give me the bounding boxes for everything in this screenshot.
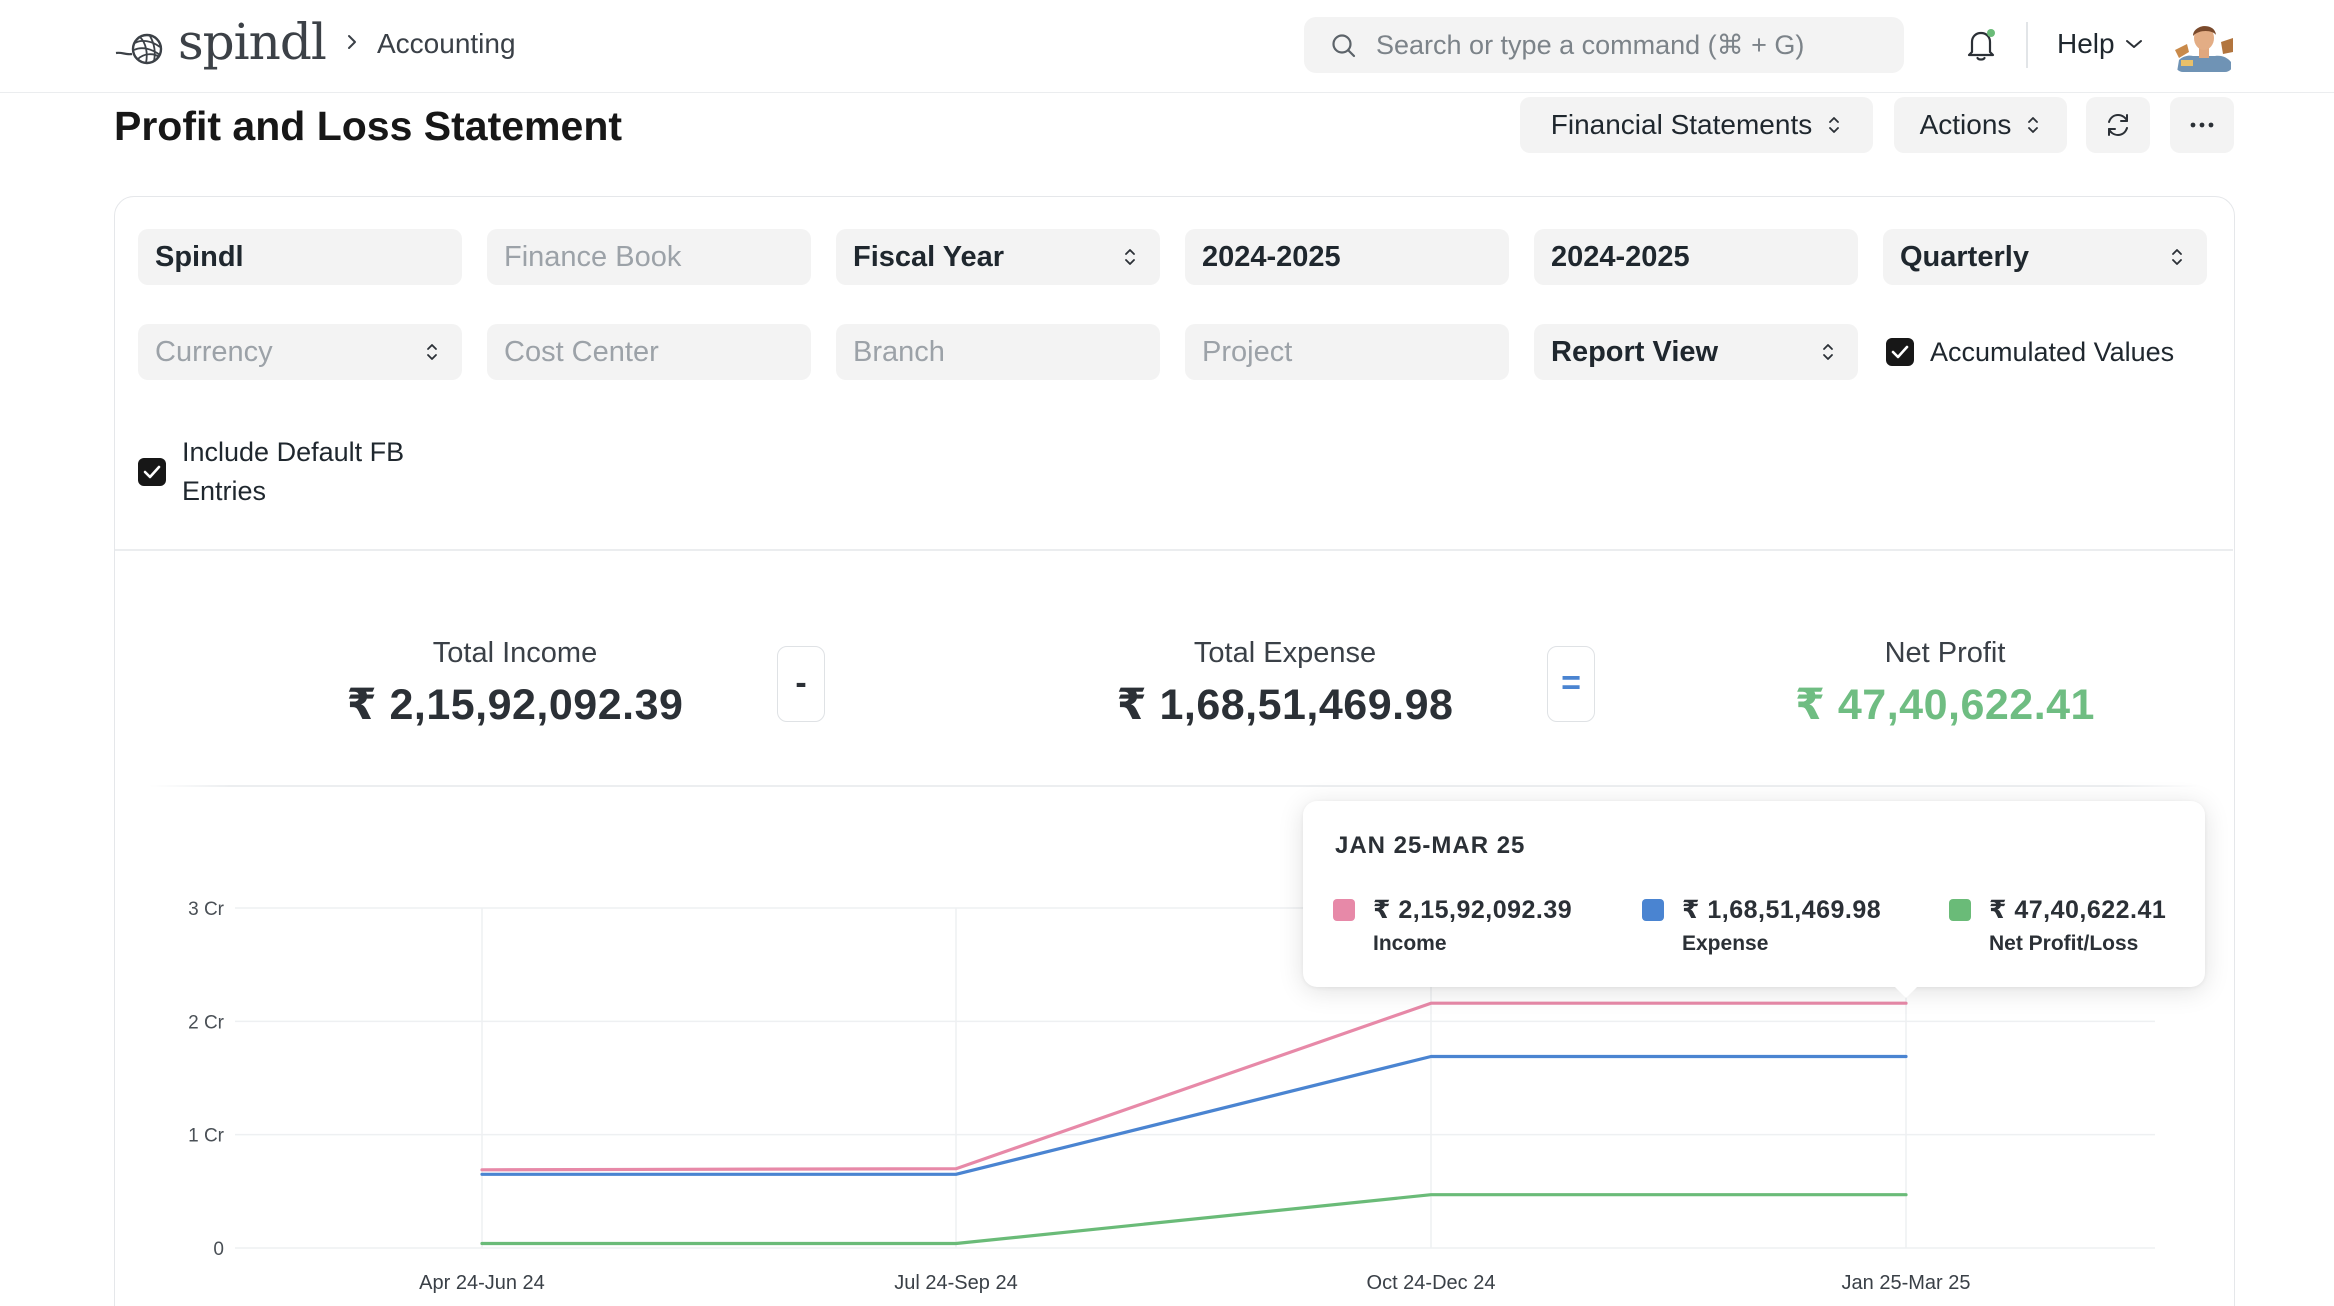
x-tick-label: Apr 24-Jun 24 <box>419 1272 545 1294</box>
tooltip-arrow <box>1893 985 1919 998</box>
tooltip-net-name: Net Profit/Loss <box>1989 932 2139 955</box>
series-line-net-profit-loss <box>480 1193 1908 1246</box>
chart-tooltip: JAN 25-MAR 25 ₹ 2,15,92,092.39 Income ₹ … <box>1303 801 2205 998</box>
tooltip-income-value: ₹ 2,15,92,092.39 <box>1373 896 1573 924</box>
series-line-expense <box>480 1054 1908 1176</box>
tooltip-income-name: Income <box>1373 932 1447 955</box>
tooltip-expense-name: Expense <box>1682 932 1769 955</box>
income-swatch <box>1333 899 1355 921</box>
y-tick-label: 3 Cr <box>188 899 225 920</box>
tooltip-title: JAN 25-MAR 25 <box>1335 832 1526 859</box>
series-line-income <box>480 1001 1908 1172</box>
y-tick-label: 2 Cr <box>188 1012 225 1033</box>
tooltip-expense-value: ₹ 1,68,51,469.98 <box>1682 896 1882 924</box>
net-swatch <box>1949 899 1971 921</box>
expense-swatch <box>1642 899 1664 921</box>
x-tick-label: Jul 24-Sep 24 <box>894 1272 1017 1294</box>
y-tick-label: 0 <box>213 1239 224 1260</box>
x-tick-label: Jan 25-Mar 25 <box>1842 1272 1971 1294</box>
y-tick-label: 1 Cr <box>188 1126 225 1147</box>
tooltip-net-value: ₹ 47,40,622.41 <box>1989 896 2167 924</box>
x-tick-label: Oct 24-Dec 24 <box>1367 1272 1496 1294</box>
profit-loss-line-chart: 0 1 Cr 2 Cr 3 Cr Apr 24-Jun 24 Jul 24-Sep 24 O… <box>188 899 2155 1294</box>
